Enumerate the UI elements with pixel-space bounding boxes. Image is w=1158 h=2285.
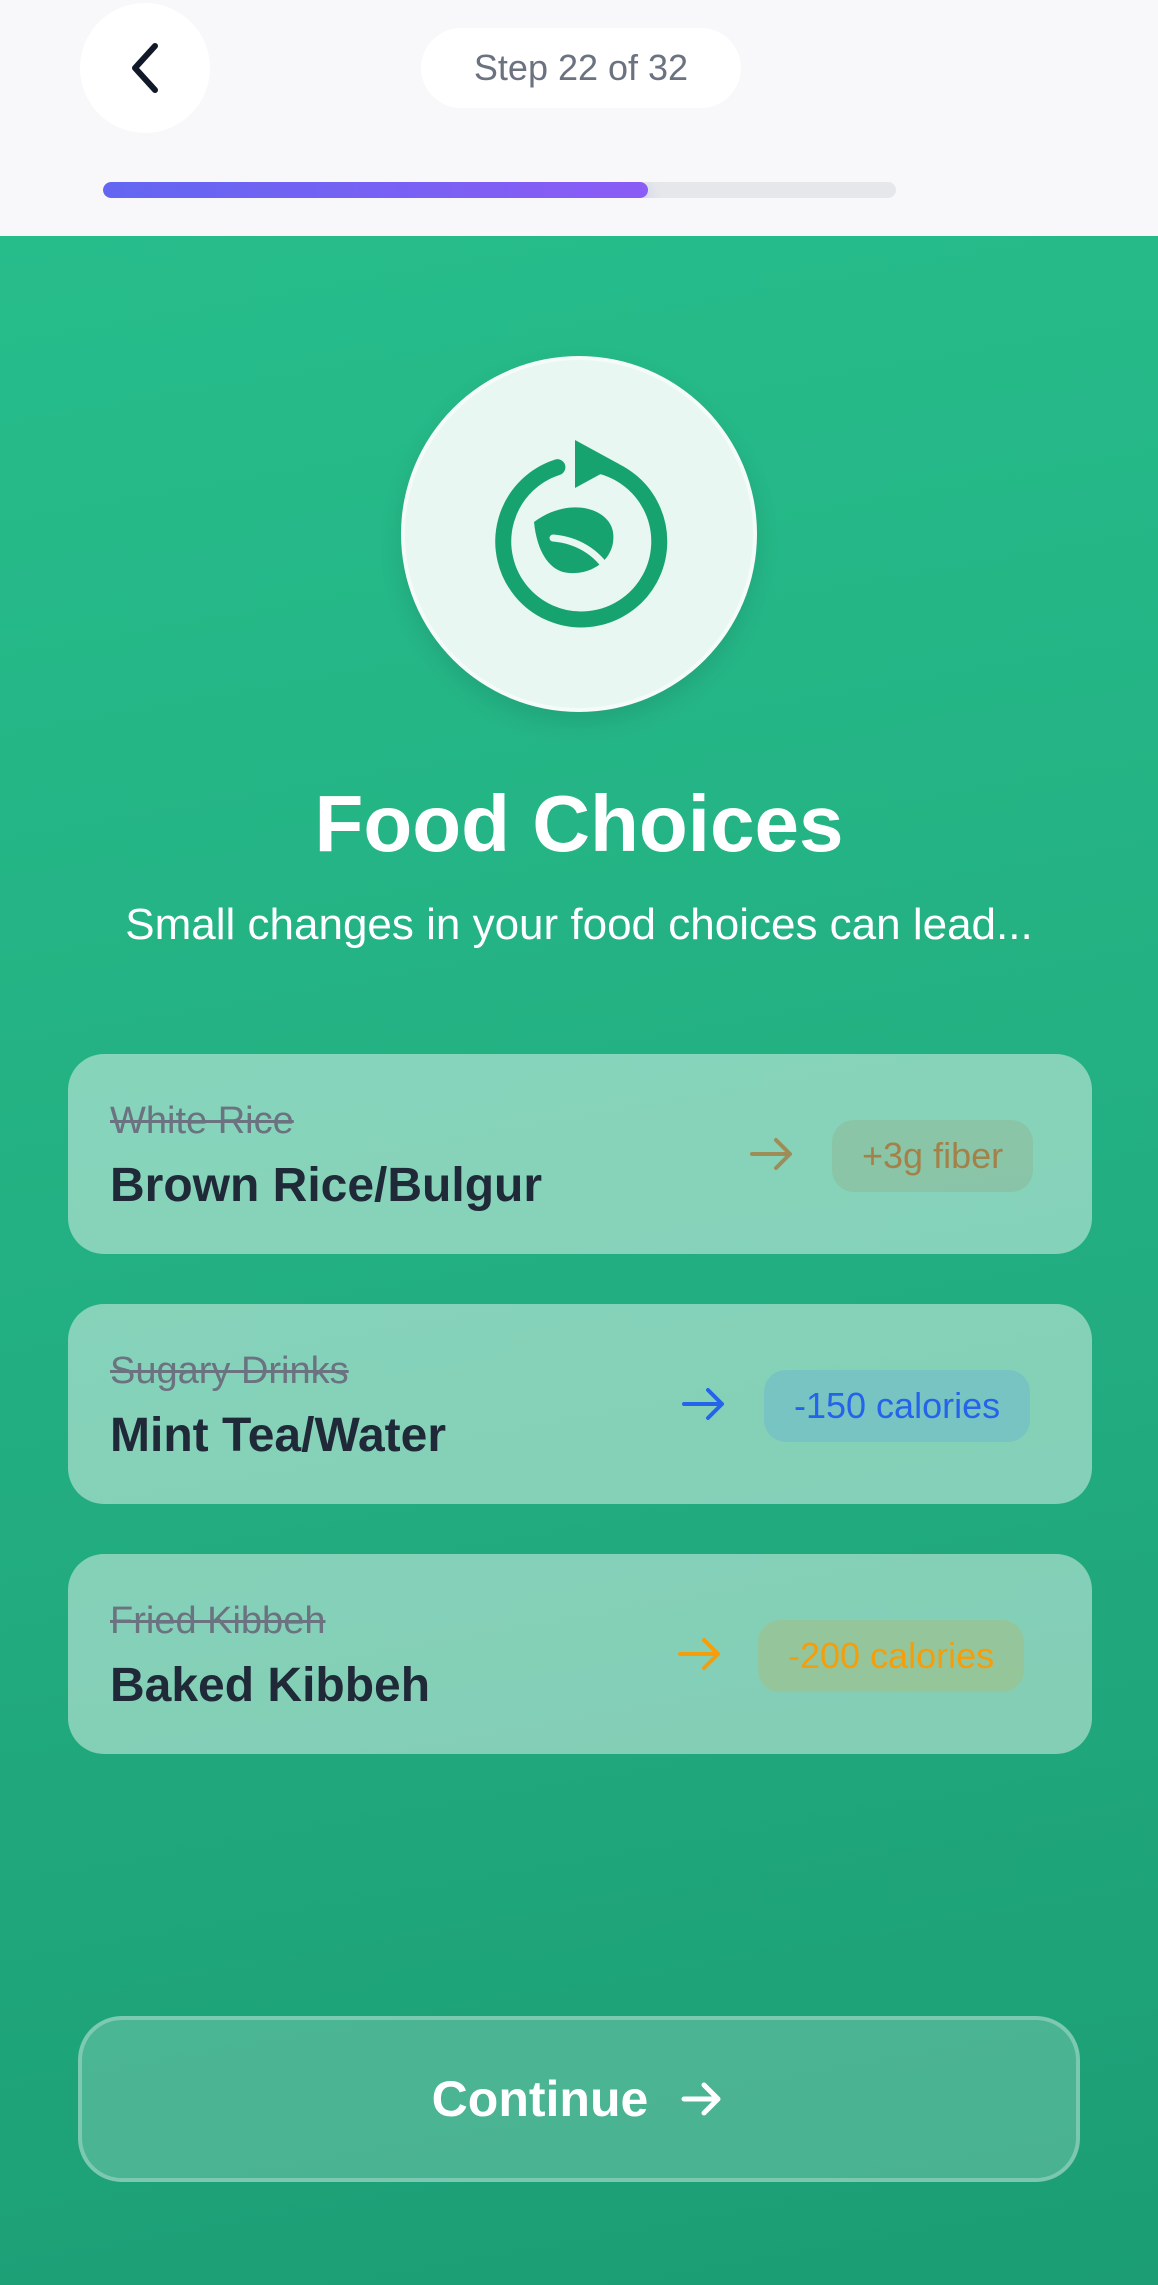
back-button[interactable] bbox=[80, 3, 210, 133]
hero-icon-circle bbox=[401, 356, 757, 712]
swap-card: Fried Kibbeh Baked Kibbeh -200 calories bbox=[68, 1554, 1092, 1754]
swap-card: White Rice Brown Rice/Bulgur +3g fiber bbox=[68, 1054, 1092, 1254]
continue-button[interactable]: Continue bbox=[78, 2016, 1080, 2182]
progress-bar bbox=[103, 182, 896, 198]
refresh-leaf-icon bbox=[495, 440, 668, 628]
chevron-left-icon bbox=[132, 43, 158, 93]
step-indicator: Step 22 of 32 bbox=[421, 28, 741, 108]
progress-fill bbox=[103, 182, 649, 198]
content-area: Food Choices Small changes in your food … bbox=[0, 236, 1158, 2285]
swap-old-item: Sugary Drinks bbox=[110, 1350, 349, 1392]
benefit-badge: -200 calories bbox=[758, 1620, 1025, 1692]
swap-old-item: White Rice bbox=[110, 1100, 294, 1142]
swap-card: Sugary Drinks Mint Tea/Water -150 calori… bbox=[68, 1304, 1092, 1504]
page-subtitle: Small changes in your food choices can l… bbox=[125, 900, 1033, 949]
continue-label: Continue bbox=[431, 2071, 649, 2127]
swap-new-item: Baked Kibbeh bbox=[110, 1659, 431, 1712]
arrow-right-icon bbox=[681, 2082, 721, 2116]
step-label: Step 22 of 32 bbox=[473, 47, 689, 88]
arrow-right-icon bbox=[682, 1388, 724, 1420]
top-bar: Step 22 of 32 bbox=[0, 0, 1158, 236]
benefit-badge: -150 calories bbox=[764, 1370, 1031, 1442]
page-title: Food Choices bbox=[314, 779, 844, 868]
swap-new-item: Brown Rice/Bulgur bbox=[110, 1159, 543, 1212]
swap-old-item: Fried Kibbeh bbox=[110, 1600, 326, 1642]
arrow-right-icon bbox=[678, 1638, 720, 1670]
benefit-badge: +3g fiber bbox=[832, 1120, 1034, 1192]
arrow-right-icon bbox=[750, 1138, 792, 1170]
swap-new-item: Mint Tea/Water bbox=[110, 1409, 447, 1462]
